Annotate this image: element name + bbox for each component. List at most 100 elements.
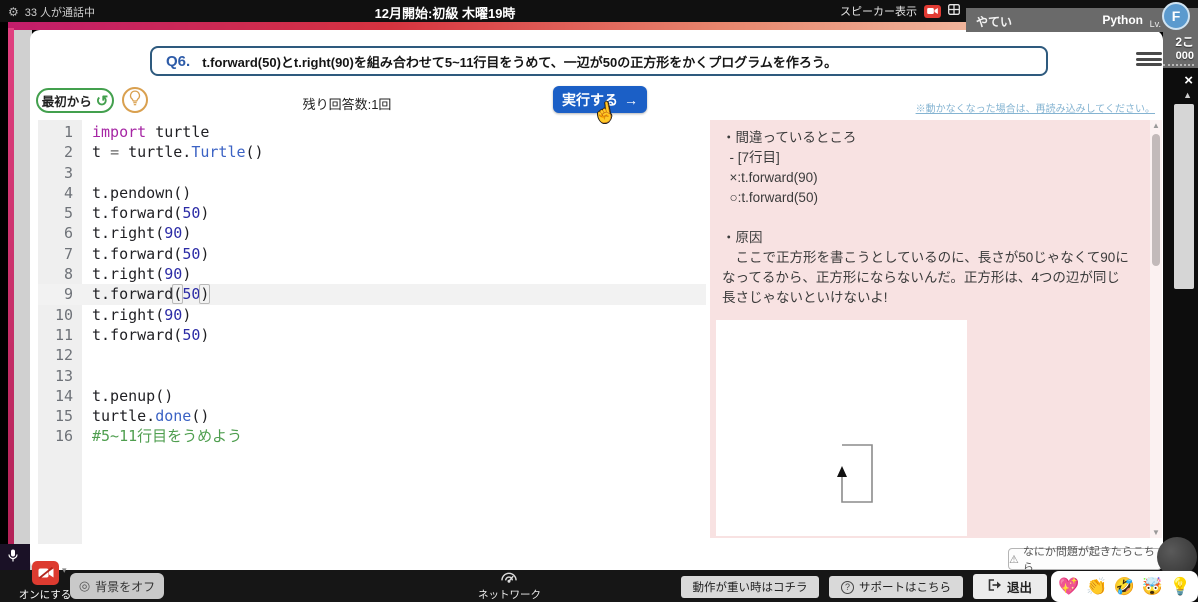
code-line[interactable]: 13 — [38, 366, 706, 386]
code-content: t.forward(50) — [82, 203, 209, 223]
code-content: t.forward(50) — [82, 244, 209, 264]
question-circle-icon: ? — [841, 581, 854, 594]
code-token: 50 — [182, 326, 200, 344]
code-token: 90 — [164, 306, 182, 324]
code-line[interactable]: 4 t.pendown() — [38, 183, 706, 203]
menu-icon[interactable] — [1136, 52, 1162, 66]
code-line[interactable]: 15turtle.done() — [38, 406, 706, 426]
line-number: 6 — [38, 223, 82, 243]
code-content — [82, 366, 92, 386]
reaction-emoji[interactable]: 💖 — [1058, 577, 1079, 597]
reload-notice-link[interactable]: ※動かなくなった場合は、再読み込みしてください。 — [916, 100, 1155, 115]
exit-button[interactable]: 退出 — [973, 574, 1047, 599]
code-line[interactable]: 14 t.penup() — [38, 386, 706, 406]
line-number: 13 — [38, 366, 82, 386]
line-number: 2 — [38, 142, 82, 162]
video-icon[interactable] — [924, 5, 941, 18]
reaction-emoji[interactable]: 👏 — [1086, 577, 1107, 597]
right-side-panel: × ▲ — [1163, 68, 1198, 602]
code-line[interactable]: 11t.forward(50) — [38, 325, 706, 345]
support-button[interactable]: ? サポートはこちら — [829, 576, 963, 598]
code-line[interactable]: 9t.forward(50) — [38, 284, 706, 304]
code-line[interactable]: 1import turtle — [38, 122, 706, 142]
code-token: t.pendown() — [92, 184, 191, 202]
feedback-scrollbar-thumb[interactable] — [1152, 134, 1160, 266]
code-content: t.pendown() — [82, 183, 191, 203]
exit-label: 退出 — [1007, 577, 1032, 596]
code-token: t.forward( — [92, 326, 182, 344]
scrollbar-up-icon[interactable]: ▲ — [1183, 90, 1192, 100]
code-content: t.right(90) — [82, 305, 191, 325]
code-line[interactable]: 8t.right(90) — [38, 264, 706, 284]
code-token: t.penup() — [92, 387, 173, 405]
avatar[interactable]: F — [1162, 2, 1190, 30]
restart-button[interactable]: 最初から ↺ — [36, 88, 114, 113]
line-number: 4 — [38, 183, 82, 203]
code-token: t.right( — [92, 306, 164, 324]
code-lines: 1import turtle2t = turtle.Turtle()34 t.pe… — [38, 122, 706, 447]
camera-on-button[interactable] — [32, 561, 59, 585]
feedback-line: ×:t.forward(90) — [722, 168, 1138, 188]
code-line[interactable]: 6t.right(90) — [38, 223, 706, 243]
code-line[interactable]: 5t.forward(50) — [38, 203, 706, 223]
code-line[interactable]: 10t.right(90) — [38, 305, 706, 325]
feedback-line: ・原因 — [722, 228, 1138, 248]
code-content: t.forward(50) — [82, 325, 209, 345]
reaction-emoji-bar: 💖 👏 🤣 🤯 💡 — [1051, 571, 1198, 602]
code-token: t.forward — [92, 285, 173, 303]
mic-icon — [8, 549, 18, 567]
code-content: t.right(90) — [82, 264, 191, 284]
reaction-emoji[interactable]: 🤯 — [1142, 577, 1163, 597]
code-editor[interactable]: 1import turtle2t = turtle.Turtle()34 t.pe… — [38, 120, 706, 544]
code-token: 50 — [182, 285, 200, 303]
line-number: 14 — [38, 386, 82, 406]
turtle-canvas — [716, 320, 967, 536]
background-off-label: 背景をオフ — [95, 578, 155, 595]
code-token: ) — [200, 326, 209, 344]
line-number: 11 — [38, 325, 82, 345]
code-token: turtle — [146, 123, 209, 141]
reaction-emoji[interactable]: 💡 — [1170, 577, 1191, 597]
question-banner: Q6. t.forward(50)とt.right(90)を組み合わせて5~11… — [150, 46, 1048, 76]
hint-button[interactable] — [122, 87, 148, 113]
feedback-line: ○:t.forward(50) — [722, 188, 1138, 208]
feedback-line: 長さじゃないといけないよ! — [722, 288, 1138, 308]
code-content — [82, 345, 92, 365]
network-label: ネットワーク — [462, 587, 557, 602]
line-number: 16 — [38, 426, 82, 446]
support-label: サポートはこちら — [859, 579, 951, 595]
code-token: t — [92, 143, 110, 161]
badge-count: 2こ — [1163, 33, 1194, 50]
restart-label: 最初から — [42, 91, 92, 110]
code-token: t.forward( — [92, 245, 182, 263]
feedback-scroll-down-icon[interactable]: ▼ — [1150, 528, 1162, 537]
camera-menu-chevron-icon[interactable]: ▾ — [62, 565, 67, 576]
exit-icon — [988, 579, 1002, 594]
slow-performance-button[interactable]: 動作が重い時はコチラ — [681, 576, 819, 598]
reaction-emoji[interactable]: 🤣 — [1114, 577, 1135, 597]
close-icon[interactable]: × — [1184, 72, 1193, 89]
code-line[interactable]: 16 #5~11行目をうめよう — [38, 426, 706, 446]
line-number: 3 — [38, 163, 82, 183]
background-off-button[interactable]: ◎ 背景をオフ — [70, 573, 164, 599]
feedback-scroll-up-icon[interactable]: ▲ — [1150, 121, 1162, 130]
code-line[interactable]: 7t.forward(50) — [38, 244, 706, 264]
code-line[interactable]: 3 — [38, 163, 706, 183]
speaker-view-label[interactable]: スピーカー表示 — [840, 3, 917, 19]
code-content: t = turtle.Turtle() — [82, 142, 264, 162]
code-token: t.forward( — [92, 204, 182, 222]
feedback-line: ここで正方形を書こうとしているのに、長さが50じゃなくて90に — [722, 248, 1138, 268]
code-token: () — [191, 407, 209, 425]
code-line[interactable]: 12 — [38, 345, 706, 365]
page-scrollbar-thumb[interactable] — [1174, 104, 1194, 289]
code-token: #5~11行目をうめよう — [92, 427, 242, 445]
code-token: ) — [182, 224, 191, 242]
code-token: Turtle — [191, 143, 245, 161]
code-content: turtle.done() — [82, 406, 209, 426]
gallery-view-icon[interactable] — [948, 4, 960, 18]
report-problem-button[interactable]: ⚠ なにか問題が起きたらこちら — [1008, 548, 1162, 570]
code-content: t.forward(50) — [82, 284, 209, 304]
code-token: ) — [200, 245, 209, 263]
feedback-scrollbar[interactable]: ▲ ▼ — [1150, 120, 1162, 538]
code-line[interactable]: 2t = turtle.Turtle() — [38, 142, 706, 162]
